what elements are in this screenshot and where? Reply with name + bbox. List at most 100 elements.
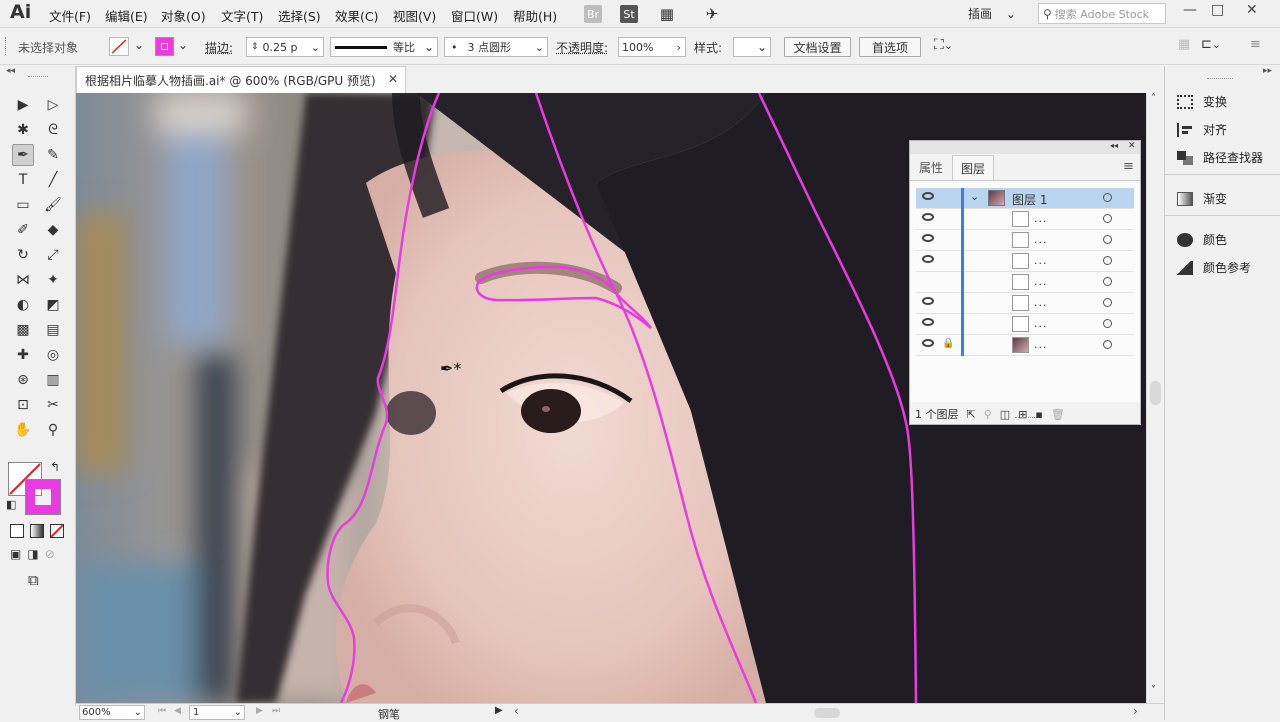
menu-select[interactable]: 选择(S) — [278, 6, 321, 25]
paintbrush-tool[interactable]: 🖌 — [42, 194, 64, 216]
fill-swatch[interactable] — [109, 37, 129, 56]
dock-grip[interactable] — [1207, 78, 1233, 79]
draw-inside-icon[interactable]: ⊘ — [45, 547, 55, 561]
zoom-tool[interactable]: ⚲ — [42, 419, 64, 441]
panel-menu-icon[interactable]: ≡ — [1250, 37, 1261, 52]
slice-tool[interactable]: ✂ — [42, 394, 64, 416]
menu-effect[interactable]: 效果(C) — [335, 6, 378, 25]
minimize-button[interactable]: — — [1183, 2, 1197, 18]
toolbox-grip[interactable] — [28, 76, 48, 77]
first-artboard-icon[interactable]: ⏮ — [158, 706, 166, 716]
target-circle-icon[interactable] — [1103, 340, 1112, 349]
menu-edit[interactable]: 编辑(E) — [105, 6, 148, 25]
stroke-chevron-icon[interactable]: ⌄ — [178, 38, 188, 52]
target-circle-icon[interactable] — [1103, 298, 1112, 307]
scroll-right-icon[interactable]: › — [1133, 704, 1138, 718]
swap-fill-stroke-icon[interactable]: ↰ — [50, 460, 60, 474]
opacity-label[interactable]: 不透明度: — [556, 39, 608, 56]
transform-icon[interactable]: ⊏⌄ — [1201, 37, 1221, 52]
clipping-mask-icon[interactable]: ◫ — [1000, 408, 1010, 421]
draw-normal-icon[interactable]: ▣ — [10, 547, 21, 561]
stock-search-input[interactable]: ⚲ 搜索 Adobe Stock — [1038, 3, 1166, 24]
scroll-left-icon[interactable]: ‹ — [514, 704, 519, 718]
opacity-field[interactable]: 100% › — [618, 37, 686, 57]
prev-artboard-icon[interactable]: ◀ — [174, 706, 181, 716]
width-tool[interactable]: ⋈ — [12, 269, 34, 291]
dock-collapse-icon[interactable]: ▸▸ — [1263, 66, 1272, 76]
graphic-style-dropdown[interactable]: ⌄ — [733, 37, 771, 57]
sublayer-row[interactable]: 🔒... — [916, 335, 1134, 356]
default-colors-icon[interactable]: ◧ — [6, 498, 16, 511]
toolbox-collapse-icon[interactable]: ◂◂ — [6, 66, 15, 76]
sublayer-name[interactable]: ... — [1034, 296, 1048, 309]
stock-icon[interactable]: St — [620, 5, 638, 23]
status-menu-icon[interactable]: ▶ — [495, 705, 503, 716]
draw-behind-icon[interactable]: ◨ — [27, 547, 38, 561]
workspace-switcher[interactable]: 插画 ⌄ — [968, 5, 1016, 22]
sublayer-name[interactable]: ... — [1034, 233, 1048, 246]
target-circle-icon[interactable] — [1103, 319, 1112, 328]
artboard-tool[interactable]: ⊡ — [12, 394, 34, 416]
sublayer-row[interactable]: ... — [916, 293, 1134, 314]
sublayer-name[interactable]: ... — [1034, 275, 1048, 288]
horizontal-scroll-thumb[interactable] — [814, 708, 840, 718]
lasso-tool[interactable]: ᘓ — [42, 119, 64, 141]
export-icon[interactable]: ⇱ — [967, 408, 976, 421]
stroke-box[interactable] — [25, 479, 61, 515]
type-tool[interactable]: T — [12, 169, 34, 191]
preferences-button[interactable]: 首选项 — [859, 37, 921, 57]
last-artboard-icon[interactable]: ⏭ — [272, 706, 280, 716]
rotate-tool[interactable]: ↻ — [12, 244, 34, 266]
panel-pathfinder[interactable]: 路径查找器 — [1177, 149, 1263, 166]
zoom-field[interactable]: 600% ⌄ — [79, 705, 145, 720]
target-circle-icon[interactable] — [1103, 214, 1112, 223]
gradient-tool[interactable]: ▤ — [42, 319, 64, 341]
expand-chevron-icon[interactable]: ⌄ — [970, 190, 979, 203]
panel-title-bar[interactable]: ◂◂ ✕ — [910, 141, 1140, 154]
sublayer-row[interactable]: ... — [916, 314, 1134, 335]
symbol-sprayer-tool[interactable]: ⊛ — [12, 369, 34, 391]
gradient-icon[interactable] — [30, 524, 44, 538]
visibility-eye-icon[interactable] — [922, 318, 934, 326]
visibility-eye-icon[interactable] — [922, 234, 934, 242]
document-tab[interactable]: 根据相片临摹人物插画.ai* @ 600% (RGB/GPU 预览) — [76, 66, 406, 93]
panel-color-guide[interactable]: 颜色参考 — [1177, 259, 1251, 276]
close-tab-icon[interactable]: ✕ — [388, 72, 398, 86]
visibility-empty[interactable] — [922, 276, 936, 288]
visibility-eye-icon[interactable] — [922, 297, 934, 305]
menu-help[interactable]: 帮助(H) — [513, 6, 557, 25]
layer-row-parent[interactable]: ⌄ 图层 1 — [916, 188, 1134, 209]
sublayer-row[interactable]: ... — [916, 209, 1134, 230]
target-circle-icon[interactable] — [1103, 235, 1112, 244]
menu-type[interactable]: 文字(T) — [221, 6, 263, 25]
stroke-label[interactable]: 描边: — [205, 39, 233, 56]
none-icon[interactable] — [50, 524, 64, 538]
stepper-icon[interactable]: ⇕ — [247, 42, 263, 52]
shaper-tool[interactable]: ✐ — [12, 219, 34, 241]
sublayer-row[interactable]: ... — [916, 251, 1134, 272]
screen-mode-icon[interactable]: ⧉ — [28, 571, 39, 589]
sublayer-row[interactable]: ... — [916, 230, 1134, 251]
line-segment-tool[interactable]: ╱ — [42, 169, 64, 191]
variable-width-profile-dropdown[interactable]: 等比 ⌄ — [330, 37, 438, 57]
scroll-up-icon[interactable]: ˄ — [1151, 93, 1156, 104]
panel-transform[interactable]: 变换 — [1177, 93, 1227, 110]
panel-menu-icon[interactable]: ≡ — [1123, 159, 1134, 174]
resize-grip[interactable] — [1015, 417, 1035, 418]
target-circle-icon[interactable] — [1103, 193, 1112, 202]
magic-wand-tool[interactable]: ✱ — [12, 119, 34, 141]
layer-name[interactable]: 图层 1 — [1012, 191, 1047, 208]
panel-gradient[interactable]: 渐变 — [1177, 190, 1227, 207]
next-artboard-icon[interactable]: ▶ — [256, 706, 263, 716]
restore-button[interactable]: □ — [1211, 2, 1224, 18]
panel-collapse-icon[interactable]: ◂◂ — [1110, 141, 1118, 150]
document-setup-button[interactable]: 文档设置 — [784, 37, 851, 57]
menu-view[interactable]: 视图(V) — [393, 6, 436, 25]
lock-icon[interactable]: 🔒 — [942, 338, 954, 349]
pen-tool[interactable]: ✒ — [12, 144, 34, 166]
selection-tool[interactable]: ▶ — [12, 94, 34, 116]
scale-tool[interactable]: ⤢ — [42, 244, 64, 266]
sublayer-name[interactable]: ... — [1034, 212, 1048, 225]
target-circle-icon[interactable] — [1103, 277, 1112, 286]
delete-icon[interactable]: 🗑 — [1051, 408, 1065, 421]
